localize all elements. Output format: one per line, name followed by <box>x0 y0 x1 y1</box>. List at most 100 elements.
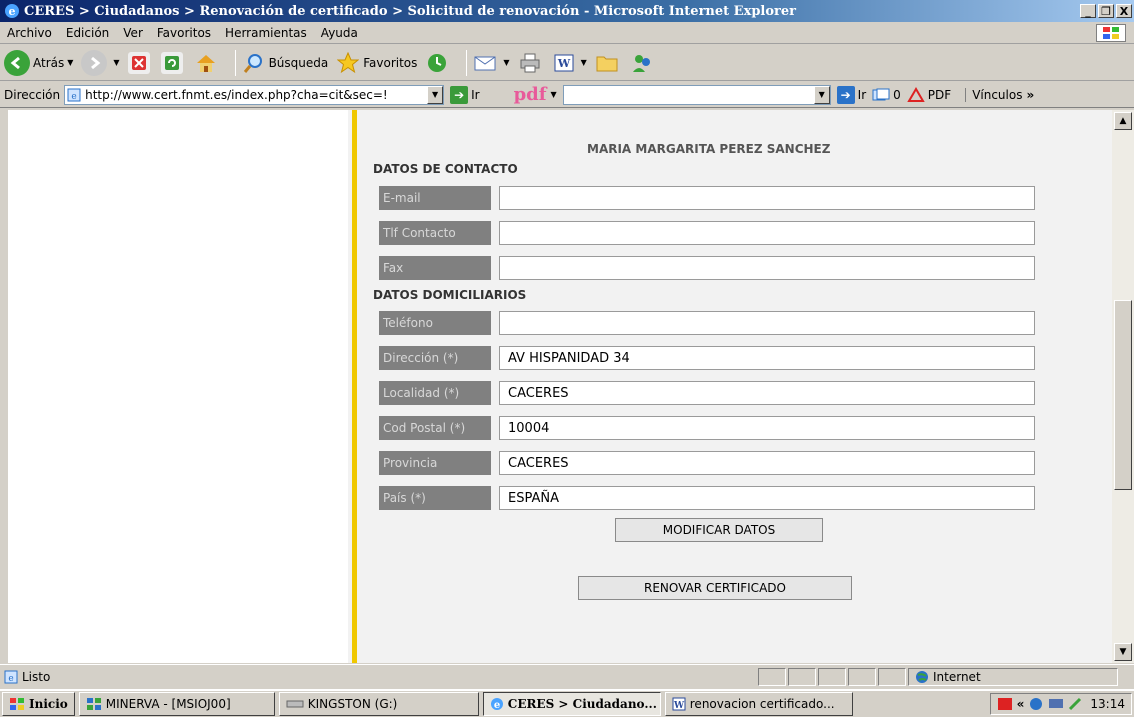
status-bar: e Listo Internet <box>0 664 1134 688</box>
status-cell <box>788 667 816 686</box>
renew-certificate-button[interactable]: RENOVAR CERTIFICADO <box>578 576 852 600</box>
task-kingston[interactable]: KINGSTON (G:) <box>278 692 479 716</box>
address-bar: Dirección e http://www.cert.fnmt.es/inde… <box>0 82 1134 108</box>
app-icon <box>86 697 102 711</box>
svg-text:e: e <box>71 92 76 102</box>
task-word[interactable]: W renovacion certificado... <box>664 692 853 716</box>
task-label: CERES > Ciudadano... <box>507 697 657 711</box>
start-label: Inicio <box>29 697 68 711</box>
address-input[interactable]: e http://www.cert.fnmt.es/index.php?cha=… <box>64 84 445 105</box>
dropdown-arrow-icon: ▼ <box>503 58 510 67</box>
browser-window: e CERES > Ciudadanos > Renovación de cer… <box>0 0 1134 717</box>
email-field[interactable] <box>499 186 1035 210</box>
tray-app-icon[interactable] <box>997 697 1013 711</box>
pdf-button-label: PDF <box>927 87 952 102</box>
go-arrow-icon: ➔ <box>450 85 469 104</box>
menu-archivo[interactable]: Archivo <box>0 26 59 40</box>
modify-data-button[interactable]: MODIFICAR DATOS <box>615 518 823 542</box>
pdf-go-button[interactable]: ➔ Ir <box>836 85 866 104</box>
menu-ayuda[interactable]: Ayuda <box>314 26 365 40</box>
minimize-button[interactable]: _ <box>1080 4 1096 18</box>
pdf-dropdown-icon[interactable]: ▼ <box>551 90 557 99</box>
mail-icon <box>473 51 497 75</box>
messenger-button[interactable] <box>630 51 657 75</box>
scroll-up-icon[interactable]: ▲ <box>1114 112 1132 130</box>
dropdown-arrow-icon: ▼ <box>580 58 587 67</box>
links-label[interactable]: Vínculos <box>965 87 1022 102</box>
fax-field[interactable] <box>499 256 1035 280</box>
address-dropdown-icon[interactable]: ▼ <box>427 85 444 104</box>
close-button[interactable]: X <box>1116 4 1132 18</box>
svg-text:e: e <box>494 700 500 711</box>
zone-label: Internet <box>933 669 981 684</box>
province-field[interactable]: CACERES <box>499 451 1035 475</box>
task-label: KINGSTON (G:) <box>307 697 398 711</box>
status-cell <box>848 667 876 686</box>
folder-button[interactable] <box>595 51 622 75</box>
history-icon <box>425 51 449 75</box>
back-button[interactable]: Atrás ▼ <box>4 49 73 76</box>
menu-favoritos[interactable]: Favoritos <box>150 26 218 40</box>
print-button[interactable] <box>518 51 545 75</box>
telephone-field[interactable] <box>499 311 1035 335</box>
toolbar-separator <box>466 49 468 76</box>
phone-contact-label: Tlf Contacto <box>379 221 491 245</box>
svg-text:e: e <box>8 674 13 684</box>
search-label: Búsqueda <box>268 55 329 70</box>
toolbar-separator <box>234 49 236 76</box>
go-button[interactable]: ➔ Ir <box>450 85 480 104</box>
home-section-title: DATOS DOMICILIARIOS <box>373 288 527 302</box>
stop-button[interactable] <box>127 51 153 74</box>
task-minerva[interactable]: MINERVA - [MSIOJ00] <box>78 692 275 716</box>
mail-button[interactable]: ▼ <box>473 51 510 75</box>
menu-ver[interactable]: Ver <box>116 26 150 40</box>
back-arrow-icon <box>4 49 30 76</box>
scroll-down-icon[interactable]: ▼ <box>1114 643 1132 661</box>
chevron-right-icon[interactable]: » <box>1026 88 1034 102</box>
menu-edicion[interactable]: Edición <box>59 26 116 40</box>
windows-flag-icon <box>9 697 25 711</box>
home-icon <box>194 51 218 75</box>
task-ceres[interactable]: e CERES > Ciudadano... <box>482 692 661 716</box>
pdf-combo[interactable]: ▼ <box>562 84 831 105</box>
home-button[interactable] <box>194 51 221 75</box>
person-name: MARIA MARGARITA PEREZ SANCHEZ <box>587 142 831 156</box>
pdf-combo-dropdown-icon[interactable]: ▼ <box>813 85 830 104</box>
maximize-button[interactable]: ❐ <box>1098 4 1114 18</box>
page-icon: e <box>67 88 81 102</box>
status-cells <box>758 667 908 686</box>
window-title: CERES > Ciudadanos > Renovación de certi… <box>24 3 796 19</box>
edit-word-button[interactable]: W ▼ <box>553 52 587 74</box>
city-field[interactable]: CACERES <box>499 381 1035 405</box>
telephone-label: Teléfono <box>379 311 491 335</box>
search-button[interactable]: Búsqueda <box>242 51 329 75</box>
globe-icon <box>915 670 929 684</box>
address-label: Dirección <box>4 87 61 102</box>
chevron-left-icon[interactable]: « <box>1017 697 1025 711</box>
page-content: MARIA MARGARITA PEREZ SANCHEZ DATOS DE C… <box>8 110 1112 663</box>
status-page-icon: e <box>4 670 18 684</box>
pdf-button[interactable]: PDF <box>907 86 952 103</box>
history-button[interactable] <box>425 51 452 75</box>
forward-button[interactable]: ▼ <box>81 49 120 76</box>
forward-arrow-icon <box>81 49 108 76</box>
acrobat-icon <box>907 86 925 103</box>
favorites-button[interactable]: Favoritos <box>336 51 417 75</box>
phone-contact-field[interactable] <box>499 221 1035 245</box>
windows-logo-icon <box>1096 24 1126 42</box>
taskbar: Inicio MINERVA - [MSIOJ00] KINGSTON (G:)… <box>0 689 1134 717</box>
monitor-icon[interactable] <box>1048 697 1064 711</box>
address-field[interactable]: AV HISPANIDAD 34 <box>499 346 1035 370</box>
vertical-scrollbar[interactable]: ▲ ▼ <box>1112 110 1134 663</box>
postal-code-field[interactable]: 10004 <box>499 416 1035 440</box>
start-button[interactable]: Inicio <box>2 692 75 716</box>
country-field[interactable]: ESPAÑA <box>499 486 1035 510</box>
refresh-button[interactable] <box>160 51 186 74</box>
usb-icon[interactable] <box>1068 697 1082 711</box>
clock: 13:14 <box>1090 697 1125 711</box>
scroll-thumb[interactable] <box>1114 300 1132 490</box>
counter-button[interactable]: 0 <box>872 88 901 102</box>
network-icon[interactable] <box>1028 697 1044 711</box>
pages-icon <box>872 88 890 102</box>
menu-herramientas[interactable]: Herramientas <box>218 26 314 40</box>
